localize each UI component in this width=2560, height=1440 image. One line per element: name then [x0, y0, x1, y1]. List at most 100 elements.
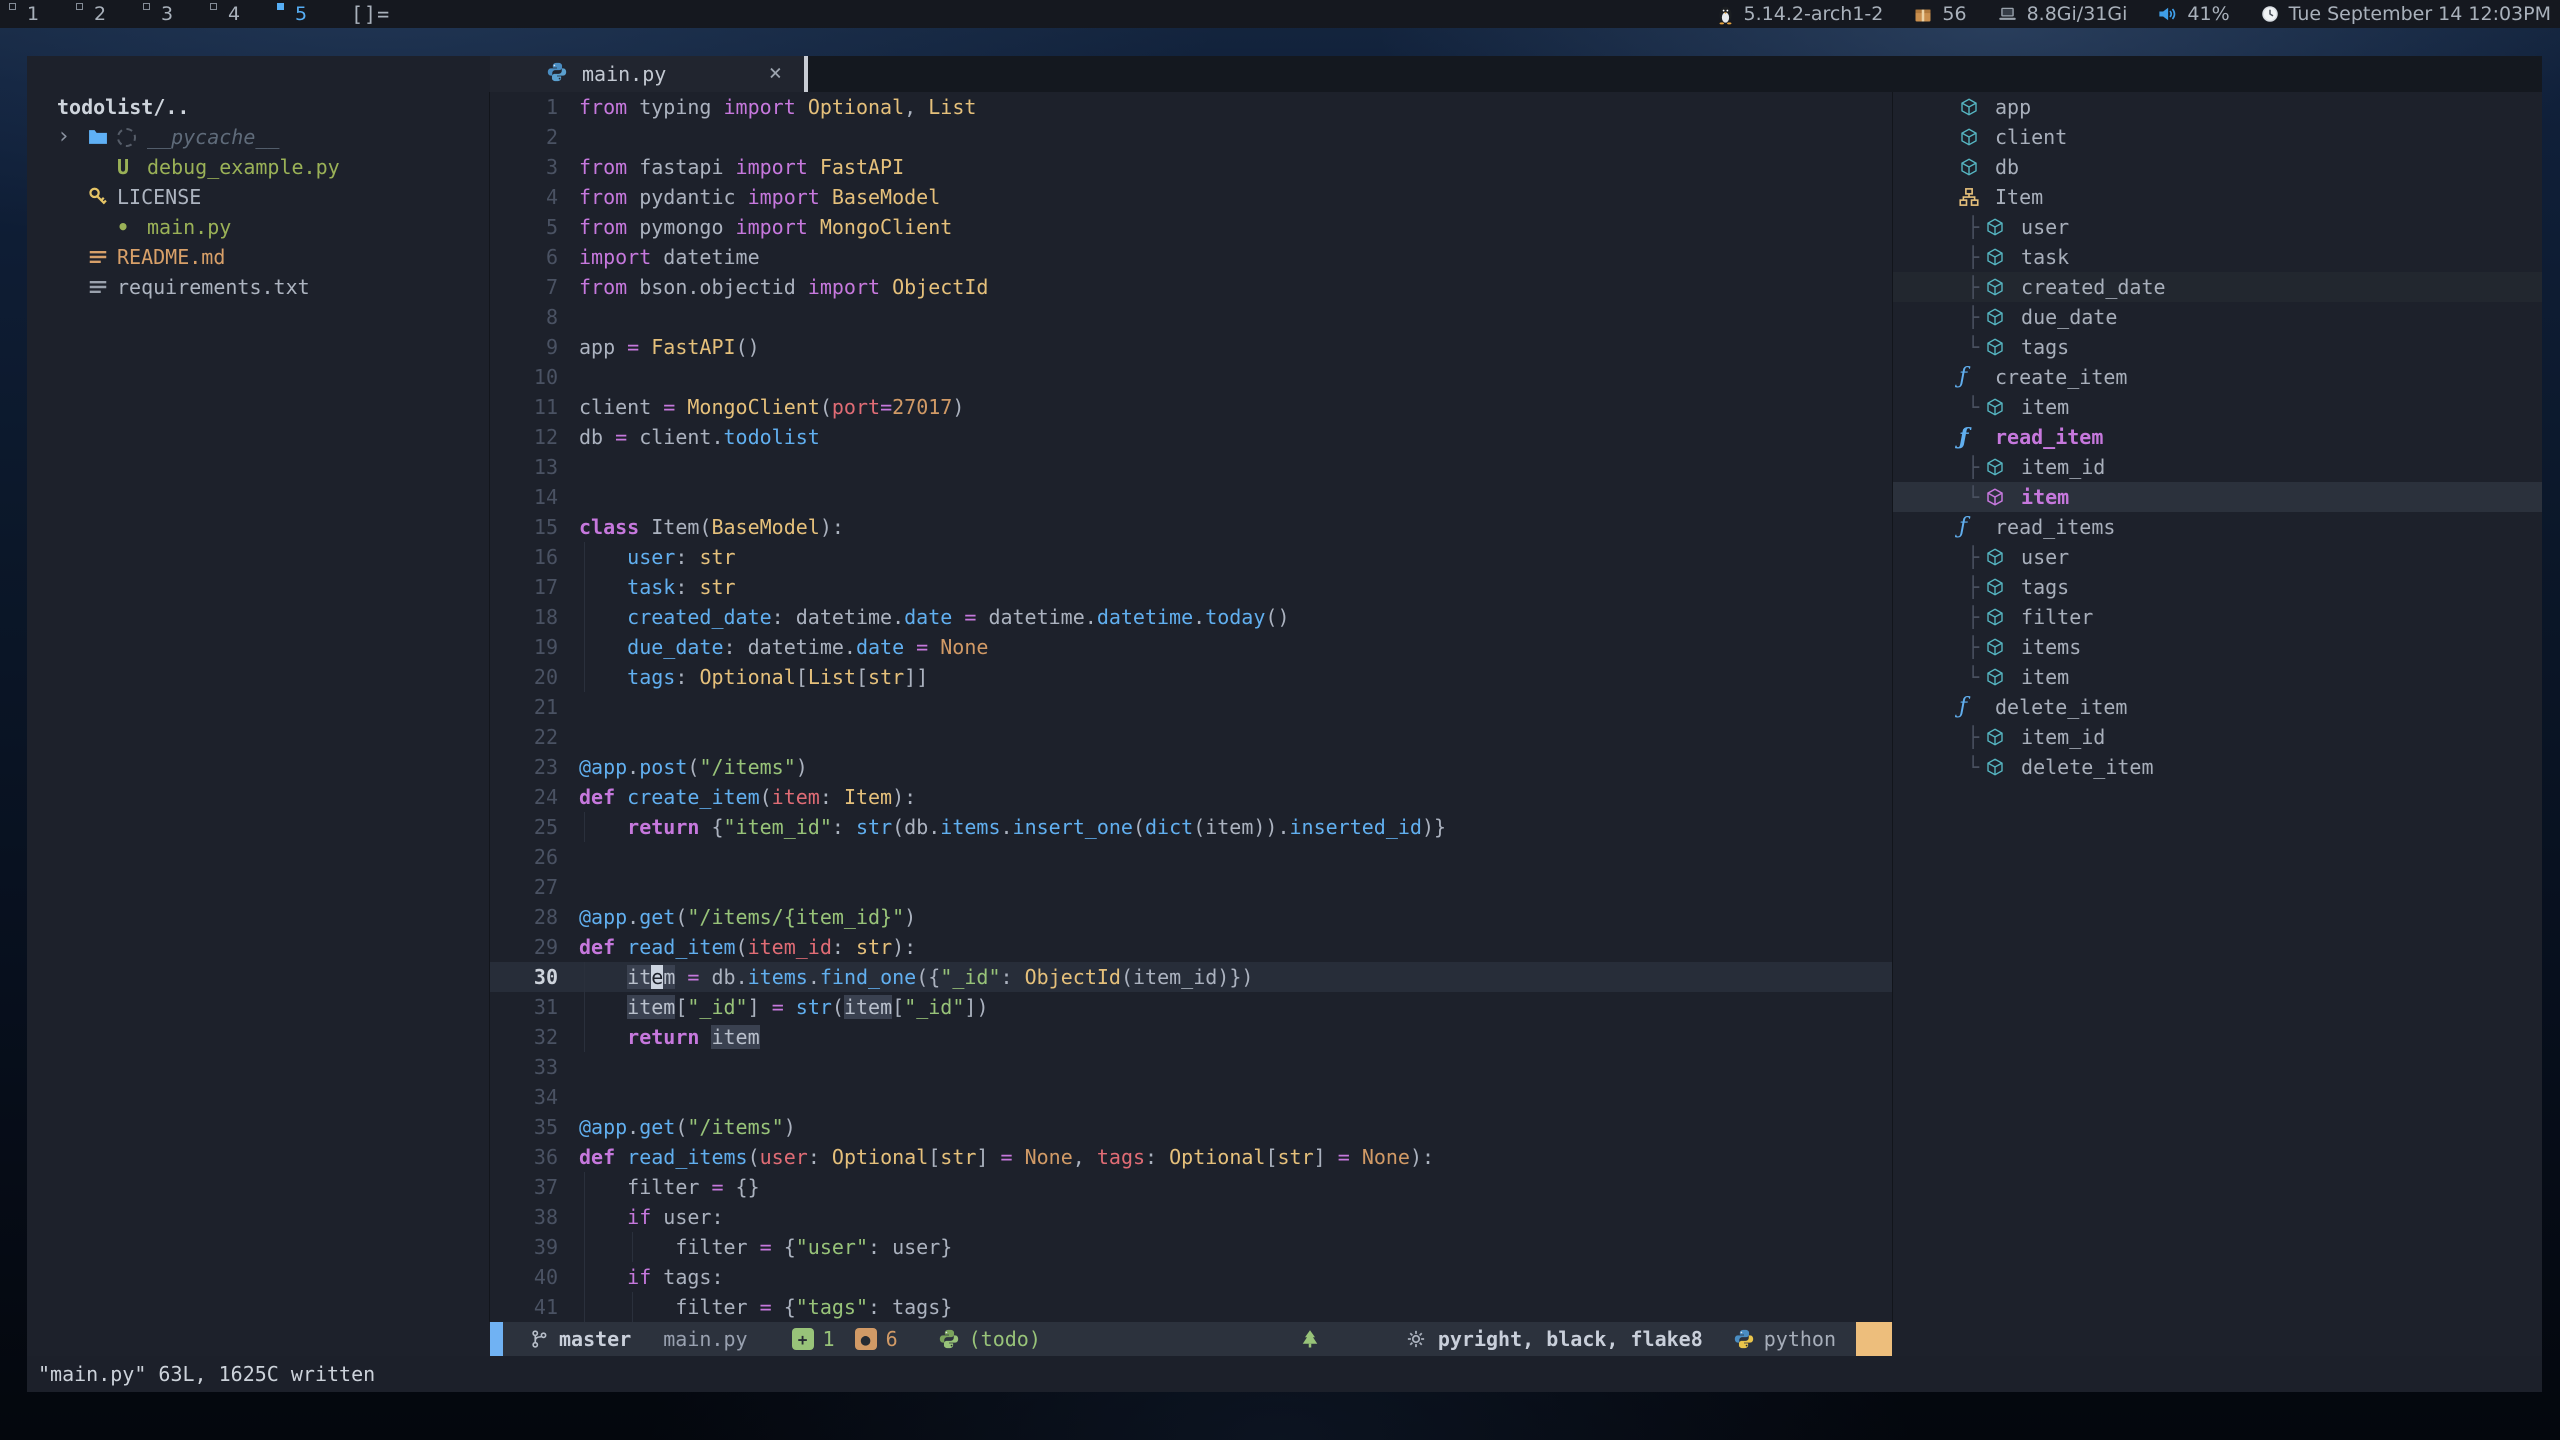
code-line-18[interactable]: 18 created_date: datetime.date = datetim… [490, 602, 1892, 632]
symbol-client[interactable]: client [1893, 122, 2542, 152]
symbol-item_id[interactable]: ├item_id [1893, 722, 2542, 752]
chevron-right-icon[interactable]: › [57, 122, 70, 152]
buffer-tab-main-py[interactable]: main.py × [490, 56, 804, 92]
file-name-label: debug_example.py [147, 152, 340, 182]
workspace-tag-1[interactable]: 1 [0, 0, 67, 28]
symbol-create_item[interactable]: ƒcreate_item [1893, 362, 2542, 392]
symbol-Item[interactable]: Item [1893, 182, 2542, 212]
code-line-39[interactable]: 39 filter = {"user": user} [490, 1232, 1892, 1262]
code-line-23[interactable]: 23@app.post("/items") [490, 752, 1892, 782]
code-token: = [627, 335, 651, 359]
code-token: pydantic [639, 185, 747, 209]
code-token: FastAPI [820, 155, 904, 179]
code-line-26[interactable]: 26 [490, 842, 1892, 872]
workspace-tag-3[interactable]: 3 [134, 0, 201, 28]
symbol-item_id[interactable]: ├item_id [1893, 452, 2542, 482]
symbol-user[interactable]: ├user [1893, 542, 2542, 572]
code-text: from fastapi import FastAPI [558, 152, 904, 182]
wm-layout-symbol[interactable]: []= [351, 2, 390, 26]
tree-connector: ├ [1967, 242, 1979, 272]
tree-item-requirements.txt[interactable]: requirements.txt [27, 272, 489, 302]
symbol-tags[interactable]: └tags [1893, 332, 2542, 362]
code-token: = [772, 995, 796, 1019]
system-status-area: 5.14.2-arch1-2568.8Gi/31Gi41%Tue Septemb… [1716, 3, 2560, 25]
symbol-item[interactable]: └item [1893, 662, 2542, 692]
code-line-37[interactable]: 37 filter = {} [490, 1172, 1892, 1202]
tree-item-LICENSE[interactable]: LICENSE [27, 182, 489, 212]
code-line-31[interactable]: 31 item["_id"] = str(item["_id"]) [490, 992, 1892, 1022]
code-token: ( [832, 995, 844, 1019]
code-line-6[interactable]: 6import datetime [490, 242, 1892, 272]
code-line-24[interactable]: 24def create_item(item: Item): [490, 782, 1892, 812]
indent-guide [584, 662, 585, 692]
code-line-41[interactable]: 41 filter = {"tags": tags} [490, 1292, 1892, 1322]
symbol-tags[interactable]: ├tags [1893, 572, 2542, 602]
symbol-items[interactable]: ├items [1893, 632, 2542, 662]
code-line-13[interactable]: 13 [490, 452, 1892, 482]
code-line-15[interactable]: 15class Item(BaseModel): [490, 512, 1892, 542]
code-line-7[interactable]: 7from bson.objectid import ObjectId [490, 272, 1892, 302]
code-line-33[interactable]: 33 [490, 1052, 1892, 1082]
code-line-3[interactable]: 3from fastapi import FastAPI [490, 152, 1892, 182]
symbol-db[interactable]: db [1893, 152, 2542, 182]
tree-item-main.py[interactable]: •main.py [27, 212, 489, 242]
code-line-27[interactable]: 27 [490, 872, 1892, 902]
symbol-read_item[interactable]: ƒread_item [1893, 422, 2542, 452]
symbol-delete_item[interactable]: └delete_item [1893, 752, 2542, 782]
symbol-item[interactable]: └item [1893, 392, 2542, 422]
code-line-34[interactable]: 34 [490, 1082, 1892, 1112]
workspace-tag-4[interactable]: 4 [201, 0, 268, 28]
code-line-21[interactable]: 21 [490, 692, 1892, 722]
tree-item-__pycache__[interactable]: ›__pycache__ [27, 122, 489, 152]
code-token: "tags" [796, 1295, 868, 1319]
code-line-2[interactable]: 2 [490, 122, 1892, 152]
code-line-17[interactable]: 17 task: str [490, 572, 1892, 602]
symbol-created_date[interactable]: ├created_date [1893, 272, 2542, 302]
workspace-tag-2[interactable]: 2 [67, 0, 134, 28]
workspace-tag-indicator [76, 3, 83, 10]
symbol-user[interactable]: ├user [1893, 212, 2542, 242]
indent-guide [584, 1022, 585, 1052]
code-line-1[interactable]: 1from typing import Optional, List [490, 92, 1892, 122]
code-line-29[interactable]: 29def read_item(item_id: str): [490, 932, 1892, 962]
code-line-40[interactable]: 40 if tags: [490, 1262, 1892, 1292]
laptop-icon [1997, 4, 2018, 24]
symbol-due_date[interactable]: ├due_date [1893, 302, 2542, 332]
symbol-filter[interactable]: ├filter [1893, 602, 2542, 632]
symbol-app[interactable]: app [1893, 92, 2542, 122]
code-line-14[interactable]: 14 [490, 482, 1892, 512]
code-token: items [940, 815, 1000, 839]
symbol-delete_item[interactable]: ƒdelete_item [1893, 692, 2542, 722]
code-line-16[interactable]: 16 user: str [490, 542, 1892, 572]
code-line-12[interactable]: 12db = client.todolist [490, 422, 1892, 452]
code-token: db [579, 425, 615, 449]
code-line-22[interactable]: 22 [490, 722, 1892, 752]
symbol-task[interactable]: ├task [1893, 242, 2542, 272]
code-line-32[interactable]: 32 return item [490, 1022, 1892, 1052]
git-status-badge: U [117, 152, 147, 182]
variable-cube-icon [1985, 667, 2005, 687]
symbol-read_items[interactable]: ƒread_items [1893, 512, 2542, 542]
code-line-38[interactable]: 38 if user: [490, 1202, 1892, 1232]
tree-root[interactable]: todolist/.. [27, 92, 489, 122]
code-line-10[interactable]: 10 [490, 362, 1892, 392]
code-line-8[interactable]: 8 [490, 302, 1892, 332]
tree-item-debug_example.py[interactable]: Udebug_example.py [27, 152, 489, 182]
code-line-36[interactable]: 36def read_items(user: Optional[str] = N… [490, 1142, 1892, 1172]
code-line-25[interactable]: 25 return {"item_id": str(db.items.inser… [490, 812, 1892, 842]
code-line-20[interactable]: 20 tags: Optional[List[str]] [490, 662, 1892, 692]
code-line-4[interactable]: 4from pydantic import BaseModel [490, 182, 1892, 212]
variable-cube-icon [1985, 307, 2005, 327]
tree-item-README.md[interactable]: README.md [27, 242, 489, 272]
workspace-tag-5[interactable]: 5 [268, 0, 335, 28]
code-line-19[interactable]: 19 due_date: datetime.date = None [490, 632, 1892, 662]
code-line-28[interactable]: 28@app.get("/items/{item_id}") [490, 902, 1892, 932]
code-line-5[interactable]: 5from pymongo import MongoClient [490, 212, 1892, 242]
code-line-30[interactable]: 30 item = db.items.find_one({"_id": Obje… [490, 962, 1892, 992]
code-line-9[interactable]: 9app = FastAPI() [490, 332, 1892, 362]
code-line-35[interactable]: 35@app.get("/items") [490, 1112, 1892, 1142]
code-line-11[interactable]: 11client = MongoClient(port=27017) [490, 392, 1892, 422]
code-token: @app [579, 1115, 627, 1139]
symbol-item[interactable]: └item [1893, 482, 2542, 512]
tab-close-icon[interactable]: × [769, 63, 782, 85]
